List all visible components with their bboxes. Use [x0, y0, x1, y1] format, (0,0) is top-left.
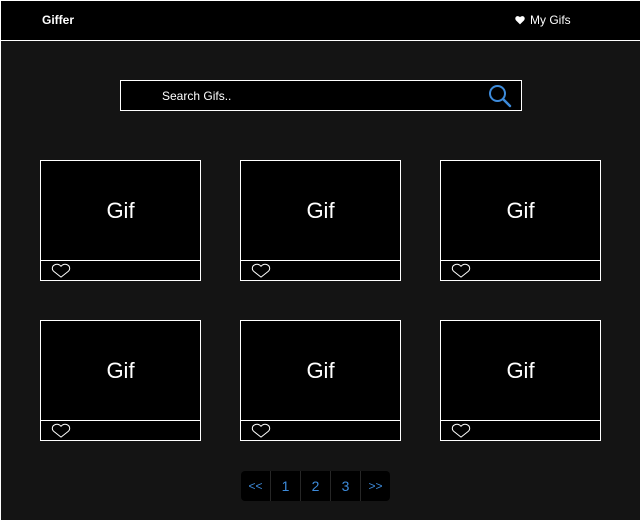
gif-thumbnail[interactable]: Gif: [441, 321, 600, 420]
gif-thumbnail[interactable]: Gif: [41, 321, 200, 420]
search-input[interactable]: [121, 81, 481, 110]
heart-outline-icon[interactable]: [51, 423, 71, 438]
my-gifs-label: My Gifs: [530, 13, 571, 27]
gif-card-footer: [241, 260, 400, 280]
my-gifs-link[interactable]: My Gifs: [515, 12, 571, 28]
heart-outline-icon[interactable]: [451, 423, 471, 438]
gif-card: Gif: [440, 320, 601, 441]
pagination-next-button[interactable]: >>: [361, 471, 390, 501]
gif-thumbnail[interactable]: Gif: [441, 161, 600, 260]
heart-outline-icon[interactable]: [251, 423, 271, 438]
search-icon[interactable]: [487, 83, 513, 109]
gif-card: Gif: [240, 320, 401, 441]
app-frame: Giffer My Gifs Gif Gif: [0, 0, 641, 521]
gif-card: Gif: [40, 160, 201, 281]
pagination-prev-button[interactable]: <<: [241, 471, 271, 501]
heart-outline-icon[interactable]: [251, 263, 271, 278]
gif-card-footer: [241, 420, 400, 440]
search-bar: [120, 80, 522, 111]
heart-icon: [515, 16, 525, 25]
gif-thumbnail[interactable]: Gif: [41, 161, 200, 260]
gif-card: Gif: [240, 160, 401, 281]
heart-outline-icon[interactable]: [451, 263, 471, 278]
brand-logo[interactable]: Giffer: [42, 12, 74, 28]
gif-thumbnail[interactable]: Gif: [241, 321, 400, 420]
heart-outline-icon[interactable]: [51, 263, 71, 278]
gif-thumbnail[interactable]: Gif: [241, 161, 400, 260]
gif-card: Gif: [440, 160, 601, 281]
pagination: << 1 2 3 >>: [241, 471, 390, 501]
pagination-page-2[interactable]: 2: [301, 471, 331, 501]
gif-card-footer: [441, 420, 600, 440]
pagination-page-3[interactable]: 3: [331, 471, 361, 501]
navbar: Giffer My Gifs: [1, 1, 640, 41]
gif-card-footer: [441, 260, 600, 280]
pagination-page-1[interactable]: 1: [271, 471, 301, 501]
gif-card-footer: [41, 420, 200, 440]
gif-card: Gif: [40, 320, 201, 441]
gif-card-footer: [41, 260, 200, 280]
